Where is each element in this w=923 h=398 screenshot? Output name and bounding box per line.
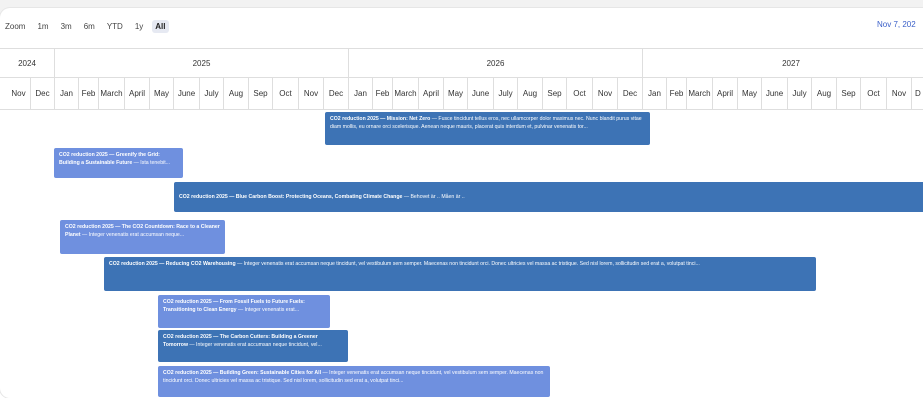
gantt-bar[interactable]: CO2 reduction 2025 — The CO2 Countdown: …	[60, 220, 225, 254]
month-cell: March	[99, 77, 125, 109]
page-background: Zoom 1m 3m 6m YTD 1y All Nov 7, 202 2024…	[0, 0, 923, 398]
month-cell: Jan	[643, 77, 667, 109]
zoom-1y-button[interactable]: 1y	[132, 20, 146, 33]
month-cell: Jan	[55, 77, 79, 109]
month-cell: Oct	[567, 77, 593, 109]
bar-title: CO2 reduction 2025 — Blue Carbon Boost: …	[179, 194, 403, 200]
zoom-3m-button[interactable]: 3m	[58, 20, 75, 33]
month-cell: Feb	[667, 77, 687, 109]
month-cell: March	[687, 77, 713, 109]
zoom-ytd-button[interactable]: YTD	[104, 20, 126, 33]
month-cell: D	[912, 77, 923, 109]
zoom-toolbar: Zoom 1m 3m 6m YTD 1y All	[0, 16, 169, 36]
month-cell: Feb	[373, 77, 393, 109]
month-cell: April	[125, 77, 150, 109]
month-cell: May	[150, 77, 174, 109]
zoom-all-button[interactable]: All	[152, 19, 169, 33]
month-cell: May	[444, 77, 468, 109]
bar-description: — Integer venenatis erat accumsan neque …	[235, 261, 700, 267]
month-header-row: Nov Dec Jan Feb March April May June Jul…	[0, 77, 923, 110]
gantt-bar[interactable]: CO2 reduction 2025 — Blue Carbon Boost: …	[174, 182, 923, 212]
year-cell: 2025	[55, 49, 349, 77]
gantt-bar[interactable]: CO2 reduction 2025 — Reducing CO2 Wareho…	[104, 257, 816, 291]
month-cell: Nov	[593, 77, 618, 109]
zoom-1m-button[interactable]: 1m	[34, 20, 51, 33]
year-cell: 2026	[349, 49, 643, 77]
bar-description: — Integer venenatis erat...	[236, 307, 300, 313]
gantt-bar[interactable]: CO2 reduction 2025 — The Carbon Cutters:…	[158, 330, 348, 362]
month-cell: Dec	[31, 77, 55, 109]
month-cell: July	[494, 77, 518, 109]
month-cell: Aug	[224, 77, 249, 109]
month-cell: Aug	[812, 77, 837, 109]
year-cell: 2027	[643, 49, 923, 77]
month-cell: Jan	[349, 77, 373, 109]
month-cell: June	[174, 77, 200, 109]
month-cell: Oct	[861, 77, 887, 109]
year-header-row: 2024 2025 2026 2027	[0, 48, 923, 78]
month-cell: Sep	[837, 77, 861, 109]
month-cell: Feb	[79, 77, 99, 109]
gantt-bar[interactable]: CO2 reduction 2025 — Mission: Net Zero —…	[325, 112, 650, 145]
month-cell: April	[713, 77, 738, 109]
month-cell: Dec	[618, 77, 643, 109]
month-cell: Dec	[324, 77, 349, 109]
zoom-label: Zoom	[5, 21, 26, 31]
month-cell: July	[788, 77, 812, 109]
month-cell: June	[762, 77, 788, 109]
gantt-bar[interactable]: CO2 reduction 2025 — Greenify the Grid: …	[54, 148, 183, 178]
gantt-card: Zoom 1m 3m 6m YTD 1y All Nov 7, 202 2024…	[0, 8, 923, 398]
month-cell: Aug	[518, 77, 543, 109]
month-cell: Sep	[543, 77, 567, 109]
month-cell: Sep	[249, 77, 273, 109]
month-cell: Oct	[273, 77, 299, 109]
bar-description: — Ista tenebit...	[132, 160, 170, 166]
gantt-bar[interactable]: CO2 reduction 2025 — From Fossil Fuels t…	[158, 295, 330, 328]
bar-description: — Integer venenatis erat accumsan neque.…	[80, 232, 185, 238]
bar-title: CO2 reduction 2025 — Mission: Net Zero	[330, 116, 431, 122]
month-cell: May	[738, 77, 762, 109]
zoom-6m-button[interactable]: 6m	[81, 20, 98, 33]
month-cell: April	[419, 77, 444, 109]
gantt-bar[interactable]: CO2 reduction 2025 — Building Green: Sus…	[158, 366, 550, 397]
bar-description: — Integer venenatis erat accumsan neque …	[187, 342, 322, 348]
bar-title: CO2 reduction 2025 — Building Green: Sus…	[163, 370, 322, 376]
month-cell: March	[393, 77, 419, 109]
year-cell: 2024	[0, 49, 55, 77]
bar-description: — Behovet är .. Måen är ..	[402, 194, 465, 200]
month-cell: Nov	[7, 77, 31, 109]
month-cell: June	[468, 77, 494, 109]
month-cell: July	[200, 77, 224, 109]
month-cell: Nov	[887, 77, 912, 109]
date-range-label[interactable]: Nov 7, 202	[877, 20, 916, 29]
bar-title: CO2 reduction 2025 — Reducing CO2 Wareho…	[109, 261, 236, 267]
month-cell: Nov	[299, 77, 324, 109]
